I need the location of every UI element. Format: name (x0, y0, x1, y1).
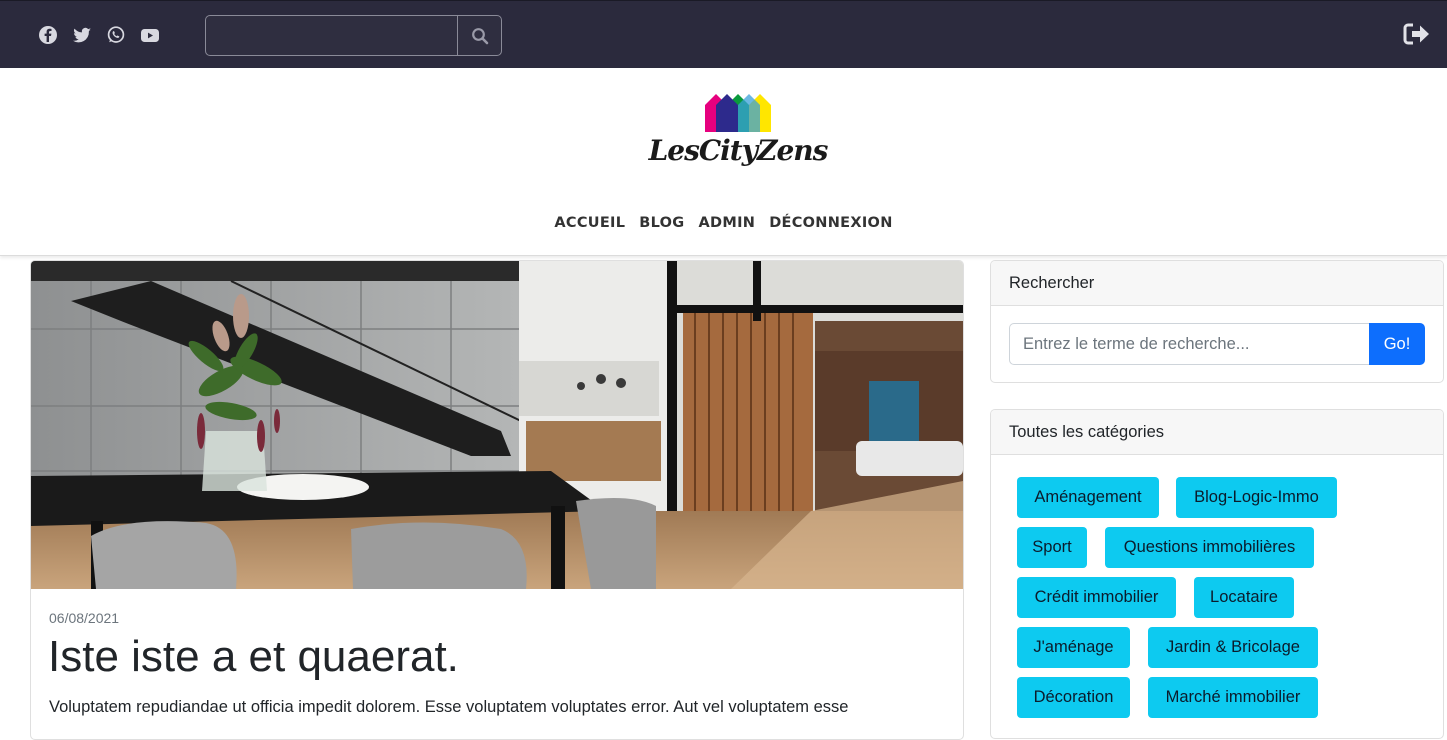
category-button[interactable]: J'aménage (1017, 627, 1130, 668)
post-excerpt: Voluptatem repudiandae ut officia impedi… (49, 698, 849, 716)
category-button[interactable]: Jardin & Bricolage (1148, 627, 1318, 668)
logo-text: LesCityZens (648, 134, 829, 167)
site-logo[interactable]: LesCityZens (648, 90, 828, 180)
sidebar-categories-heading: Toutes les catégories (991, 410, 1443, 455)
category-button[interactable]: Blog-Logic-Immo (1176, 477, 1337, 518)
go-button[interactable]: Go! (1369, 323, 1425, 365)
category-button[interactable]: Sport (1017, 527, 1087, 568)
top-search-input[interactable] (205, 15, 458, 56)
sidebar-search-card: Rechercher Go! (990, 260, 1444, 383)
sidebar-categories-card: Toutes les catégories Aménagement Blog-L… (990, 409, 1444, 739)
post-image[interactable] (31, 261, 963, 589)
nav-accueil[interactable]: ACCUEIL (554, 215, 625, 231)
logo-houses-icon (705, 94, 771, 132)
site-header: LesCityZens ACCUEIL BLOG ADMIN DÉCONNEXION (0, 68, 1447, 256)
top-search-group (205, 15, 502, 56)
top-search-button[interactable] (457, 15, 502, 56)
post-card: 06/08/2021 Iste iste a et quaerat. Volup… (30, 260, 964, 740)
nav-admin[interactable]: ADMIN (698, 215, 755, 231)
category-button[interactable]: Aménagement (1017, 477, 1159, 518)
sidebar-search-input[interactable] (1009, 323, 1370, 365)
top-bar (0, 0, 1447, 68)
category-button[interactable]: Questions immobilières (1105, 527, 1314, 568)
post-title[interactable]: Iste iste a et quaerat. (48, 630, 459, 684)
main-nav: ACCUEIL BLOG ADMIN DÉCONNEXION (0, 214, 1447, 232)
sidebar-search-group: Go! (1009, 323, 1426, 365)
whatsapp-icon[interactable] (106, 25, 126, 45)
nav-deconnexion[interactable]: DÉCONNEXION (769, 215, 892, 231)
post-date: 06/08/2021 (49, 610, 120, 626)
sidebar-search-heading: Rechercher (991, 261, 1443, 306)
sign-out-icon[interactable] (1403, 22, 1431, 46)
nav-blog[interactable]: BLOG (639, 215, 684, 231)
facebook-icon[interactable] (38, 25, 58, 45)
search-icon (471, 27, 488, 44)
category-button[interactable]: Locataire (1194, 577, 1294, 618)
category-button[interactable]: Crédit immobilier (1017, 577, 1176, 618)
youtube-icon[interactable] (140, 25, 160, 45)
category-button[interactable]: Décoration (1017, 677, 1130, 718)
twitter-icon[interactable] (72, 25, 92, 45)
category-button[interactable]: Marché immobilier (1148, 677, 1318, 718)
